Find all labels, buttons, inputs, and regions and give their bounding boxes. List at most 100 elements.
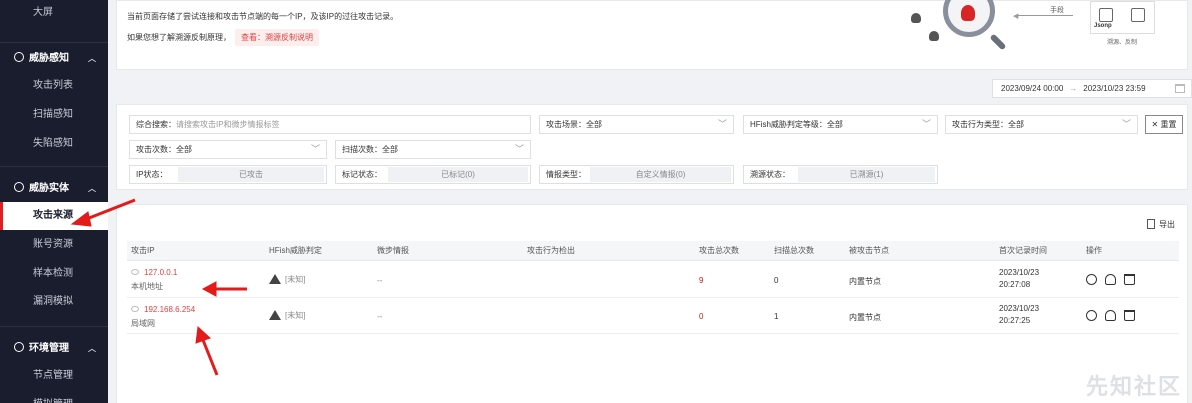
- user-icon[interactable]: [1105, 310, 1116, 321]
- sidebar-item-sample-detection[interactable]: 样本检测: [0, 260, 108, 288]
- eye-icon[interactable]: [131, 306, 139, 312]
- col-first-record-time: 首次记录时间: [999, 246, 1047, 255]
- sidebar: 大屏 威胁感知 ︿ 攻击列表 扫描感知 失陷感知 威胁实体 ︿ 攻击来源 账号资…: [0, 0, 108, 403]
- sidebar-item-vuln-simulation[interactable]: 漏洞模拟: [0, 288, 108, 316]
- attack-behavior-select[interactable]: 攻击行为类型：全部 ﹀: [945, 115, 1138, 134]
- settings-icon: [14, 342, 24, 352]
- sidebar-divider: [0, 326, 108, 327]
- attack-ip-cell: 192.168.6.254: [131, 305, 195, 314]
- node-card: Jsonp: [1090, 1, 1155, 34]
- scan-count-value: 0: [774, 276, 779, 285]
- table-row[interactable]: 127.0.0.1 本机地址 [未知] -- 9 0 内置节点 2023/10/…: [127, 262, 1179, 298]
- intel-type-label: 情报类型：: [546, 170, 586, 179]
- table-row[interactable]: 192.168.6.254 局域网 [未知] -- 0 1 内置节点 2023/…: [127, 298, 1179, 334]
- delete-icon[interactable]: [1124, 310, 1135, 321]
- ip-location: 本机地址: [131, 282, 163, 291]
- verdict-value: [未知]: [285, 275, 306, 284]
- attack-count-value: 攻击次数：全部: [136, 145, 192, 154]
- sidebar-item-account-resource[interactable]: 账号资源: [0, 231, 108, 259]
- sidebar-group-label: 环境管理: [29, 343, 69, 354]
- date-range-picker[interactable]: 2023/09/24 00:00 → 2023/10/23 23:59: [992, 79, 1192, 98]
- mark-status-label: 标记状态：: [342, 170, 382, 179]
- link-text: 溯源反制说明: [265, 33, 313, 42]
- hfish-level-select[interactable]: HFish威胁判定等级：全部 ﹀: [743, 115, 938, 134]
- chevron-up-icon: ︿: [88, 54, 96, 63]
- trace-status-filter[interactable]: 溯源状态： 已溯源(1): [743, 165, 938, 184]
- attacked-node-value: 内置节点: [849, 277, 881, 286]
- sidebar-item-node-management[interactable]: 节点管理: [0, 362, 108, 390]
- hfish-verdict-cell: [未知]: [269, 274, 305, 285]
- warning-icon: [269, 274, 281, 284]
- table-header: 攻击IP HFish威胁判定 微步情报 攻击行为检出 攻击总次数 扫描总次数 被…: [127, 241, 1179, 261]
- chevron-down-icon: ﹀: [1121, 119, 1131, 129]
- entity-icon: [14, 182, 24, 192]
- reset-button[interactable]: ✕ 重置: [1145, 115, 1183, 134]
- flow-arrow: [1015, 15, 1073, 16]
- search-input[interactable]: 综合搜索：请搜索攻击IP和微步情报标签: [129, 115, 531, 134]
- export-button[interactable]: 导出: [1147, 219, 1175, 230]
- intel-type-filter[interactable]: 情报类型： 自定义情报(0): [539, 165, 734, 184]
- magnifier-handle: [989, 33, 1007, 51]
- col-total-scans: 扫描总次数: [774, 246, 814, 255]
- sidebar-item-compromise-perception[interactable]: 失陷感知: [0, 130, 108, 158]
- col-attacked-node: 被攻击节点: [849, 246, 889, 255]
- sidebar-group-env-management[interactable]: 环境管理 ︿: [0, 335, 108, 363]
- calendar-icon: [1175, 84, 1185, 93]
- ip-status-label: IP状态：: [136, 170, 168, 179]
- mark-status-filter[interactable]: 标记状态： 已标记(0): [335, 165, 531, 184]
- scan-count-value: 扫描次数：全部: [342, 145, 398, 154]
- sidebar-item-scan-perception[interactable]: 扫描感知: [0, 101, 108, 129]
- sidebar-group-threat-perception[interactable]: 威胁感知 ︿: [0, 45, 108, 73]
- date-end: 2023/10/23 23:59: [1083, 84, 1146, 93]
- sidebar-item-simulation-management[interactable]: 模拟管理: [0, 391, 108, 403]
- first-record-time: 20:27:08: [999, 280, 1031, 289]
- attack-scene-select[interactable]: 攻击场景：全部 ﹀: [539, 115, 734, 134]
- export-label: 导出: [1159, 220, 1175, 229]
- chevron-down-icon: ﹀: [514, 144, 524, 154]
- first-record-date: 2023/10/23: [999, 304, 1040, 313]
- trace-icon[interactable]: [1086, 310, 1097, 321]
- verdict-value: [未知]: [285, 311, 306, 320]
- main-content: 当前页面存储了尝试连接和攻击节点端的每一个IP，及该IP的过往攻击记录。 如果您…: [108, 0, 1192, 403]
- attack-behavior-value: 攻击行为类型：全部: [952, 120, 1024, 129]
- attack-count-value: 0: [699, 312, 704, 321]
- warning-icon: [269, 310, 281, 320]
- sidebar-item-attack-source[interactable]: 攻击来源: [0, 202, 108, 230]
- trace-status-value: 已溯源(1): [798, 167, 935, 182]
- info-panel: 当前页面存储了尝试连接和攻击节点端的每一个IP，及该IP的过往攻击记录。 如果您…: [116, 0, 1188, 70]
- export-icon: [1147, 219, 1155, 229]
- sidebar-item-dashboard[interactable]: 大屏: [0, 0, 108, 26]
- trace-explanation-link[interactable]: 查看：溯源反制说明: [235, 29, 319, 46]
- first-record-time: 20:27:25: [999, 316, 1031, 325]
- attack-count-select[interactable]: 攻击次数：全部 ﹀: [129, 140, 327, 159]
- search-placeholder: 请搜索攻击IP和微步情报标签: [176, 120, 280, 129]
- sidebar-group-threat-entity[interactable]: 威胁实体 ︿: [0, 175, 108, 203]
- first-record-date: 2023/10/23: [999, 268, 1040, 277]
- attack-scene-value: 攻击场景：全部: [546, 120, 602, 129]
- attack-ip-cell: 127.0.0.1: [131, 268, 177, 277]
- jsonp-label: Jsonp: [1094, 23, 1112, 29]
- reset-label: 重置: [1160, 120, 1177, 129]
- node-caption: 溯源、反制: [1107, 40, 1138, 46]
- delete-icon[interactable]: [1124, 274, 1135, 285]
- trace-illustration: ◀ 手段 Jsonp 溯源、反制: [897, 0, 1187, 61]
- trace-icon[interactable]: [1086, 274, 1097, 285]
- attack-count-value: 9: [699, 276, 704, 285]
- trace-status-label: 溯源状态：: [750, 170, 790, 179]
- eye-icon[interactable]: [131, 269, 139, 275]
- attack-ip-link[interactable]: 192.168.6.254: [144, 305, 195, 314]
- col-attack-ip: 攻击IP: [131, 246, 155, 255]
- chevron-up-icon: ︿: [88, 184, 96, 193]
- user-icon[interactable]: [1105, 274, 1116, 285]
- sidebar-item-attack-list[interactable]: 攻击列表: [0, 72, 108, 100]
- sidebar-divider: [0, 166, 108, 167]
- col-threatbook-intel: 微步情报: [377, 246, 409, 255]
- radar-icon: [14, 52, 24, 62]
- attack-ip-link[interactable]: 127.0.0.1: [144, 268, 177, 277]
- ip-status-filter[interactable]: IP状态： 已攻击: [129, 165, 327, 184]
- col-behavior-detected: 攻击行为检出: [527, 246, 575, 255]
- date-start: 2023/09/24 00:00: [1001, 84, 1064, 93]
- scan-count-select[interactable]: 扫描次数：全部 ﹀: [335, 140, 531, 159]
- scan-count-value: 1: [774, 312, 779, 321]
- intel-value: --: [377, 276, 383, 285]
